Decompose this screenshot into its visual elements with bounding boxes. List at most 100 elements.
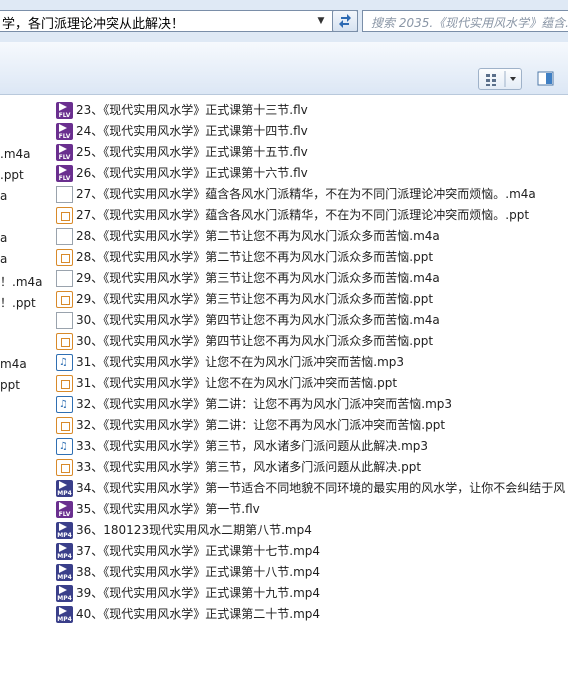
file-name[interactable]: 27、《现代实用风水学》蕴含各风水门派精华，不在为不同门派理论冲突而烦恼。.pp… <box>76 205 529 226</box>
file-row[interactable]: 27、《现代实用风水学》蕴含各风水门派精华，不在为不同门派理论冲突而烦恼。.m4… <box>56 184 568 205</box>
file-row[interactable]: 29、《现代实用风水学》第三节让您不再为风水门派众多而苦恼.m4a <box>56 268 568 289</box>
left-fragment[interactable]: a <box>0 252 7 266</box>
file-name[interactable]: 29、《现代实用风水学》第三节让您不再为风水门派众多而苦恼.m4a <box>76 268 440 289</box>
refresh-button[interactable] <box>332 10 358 32</box>
left-fragment[interactable]: ！.m4a <box>0 273 43 290</box>
file-name[interactable]: 29、《现代实用风水学》第三节让您不再为风水门派众多而苦恼.ppt <box>76 289 433 310</box>
music-note-icon: ♫ <box>59 357 68 368</box>
mp4-file-icon: MP4 <box>56 480 73 497</box>
file-type-badge: MP4 <box>57 532 72 539</box>
flv-file-icon: FLV <box>56 123 73 140</box>
mp3-file-icon: ♫ <box>56 354 73 371</box>
slide-glyph <box>61 296 70 305</box>
doc-file-icon <box>56 270 73 287</box>
left-fragment[interactable]: m4a <box>0 357 27 371</box>
file-row[interactable]: 30、《现代实用风水学》第四节让您不再为风水门派众多而苦恼.ppt <box>56 331 568 352</box>
file-name[interactable]: 24、《现代实用风水学》正式课第十四节.flv <box>76 121 308 142</box>
file-row[interactable]: ♫ 33、《现代实用风水学》第三节，风水诸多门派问题从此解决.mp3 <box>56 436 568 457</box>
file-row[interactable]: 30、《现代实用风水学》第四节让您不再为风水门派众多而苦恼.m4a <box>56 310 568 331</box>
file-row[interactable]: MP4 38、《现代实用风水学》正式课第十八节.mp4 <box>56 562 568 583</box>
file-name[interactable]: 36、180123现代实用风水二期第八节.mp4 <box>76 520 312 541</box>
file-row[interactable]: 31、《现代实用风水学》让您不在为风水门派冲突而苦恼.ppt <box>56 373 568 394</box>
play-icon <box>59 481 67 489</box>
file-row[interactable]: FLV 24、《现代实用风水学》正式课第十四节.flv <box>56 121 568 142</box>
flv-file-icon: FLV <box>56 165 73 182</box>
view-options-icon <box>486 71 516 87</box>
file-name[interactable]: 30、《现代实用风水学》第四节让您不再为风水门派众多而苦恼.ppt <box>76 331 433 352</box>
file-type-badge: FLV <box>58 112 71 119</box>
doc-file-icon <box>56 312 73 329</box>
left-fragment[interactable]: a <box>0 189 7 203</box>
file-type-badge: FLV <box>58 154 71 161</box>
file-row[interactable]: 28、《现代实用风水学》第二节让您不再为风水门派众多而苦恼.m4a <box>56 226 568 247</box>
search-box[interactable]: 搜索 2035.《现代实用风水学》蕴含... <box>362 10 568 32</box>
file-row[interactable]: 27、《现代实用风水学》蕴含各风水门派精华，不在为不同门派理论冲突而烦恼。.pp… <box>56 205 568 226</box>
play-icon <box>59 586 67 594</box>
file-row[interactable]: 33、《现代实用风水学》第三节，风水诸多门派问题从此解决.ppt <box>56 457 568 478</box>
file-name[interactable]: 37、《现代实用风水学》正式课第十七节.mp4 <box>76 541 320 562</box>
file-name[interactable]: 30、《现代实用风水学》第四节让您不再为风水门派众多而苦恼.m4a <box>76 310 440 331</box>
file-row[interactable]: FLV 25、《现代实用风水学》正式课第十五节.flv <box>56 142 568 163</box>
file-name[interactable]: 23、《现代实用风水学》正式课第十三节.flv <box>76 100 308 121</box>
search-input[interactable]: 搜索 2035.《现代实用风水学》蕴含... <box>371 14 568 31</box>
file-row[interactable]: 29、《现代实用风水学》第三节让您不再为风水门派众多而苦恼.ppt <box>56 289 568 310</box>
address-path[interactable]: 学，各门派理论冲突从此解决！ <box>2 13 184 32</box>
preview-pane-icon <box>537 71 554 86</box>
toolbar <box>0 42 568 95</box>
play-icon <box>59 544 67 552</box>
file-name[interactable]: 33、《现代实用风水学》第三节，风水诸多门派问题从此解决.ppt <box>76 457 421 478</box>
slide-glyph <box>61 380 70 389</box>
file-row[interactable]: FLV 26、《现代实用风水学》正式课第十六节.flv <box>56 163 568 184</box>
file-name[interactable]: 33、《现代实用风水学》第三节，风水诸多门派问题从此解决.mp3 <box>76 436 428 457</box>
slide-glyph <box>61 422 70 431</box>
file-row[interactable]: ♫ 31、《现代实用风水学》让您不在为风水门派冲突而苦恼.mp3 <box>56 352 568 373</box>
file-row[interactable]: 32、《现代实用风水学》第二讲：让您不再为风水门派冲突而苦恼.ppt <box>56 415 568 436</box>
ppt-file-icon <box>56 249 73 266</box>
file-name[interactable]: 34、《现代实用风水学》第一节适合不同地貌不同环境的最实用的风水学，让你不会纠结… <box>76 478 565 499</box>
left-fragment[interactable]: a <box>0 231 7 245</box>
slide-glyph <box>61 464 70 473</box>
file-name[interactable]: 32、《现代实用风水学》第二讲：让您不再为风水门派冲突而苦恼.ppt <box>76 415 445 436</box>
file-row[interactable]: ♫ 32、《现代实用风水学》第二讲：让您不再为风水门派冲突而苦恼.mp3 <box>56 394 568 415</box>
preview-pane-button[interactable] <box>532 68 560 90</box>
file-row[interactable]: MP4 37、《现代实用风水学》正式课第十七节.mp4 <box>56 541 568 562</box>
chevron-down-icon[interactable]: ▼ <box>313 11 329 31</box>
file-name[interactable]: 38、《现代实用风水学》正式课第十八节.mp4 <box>76 562 320 583</box>
file-row[interactable]: MP4 36、180123现代实用风水二期第八节.mp4 <box>56 520 568 541</box>
file-row[interactable]: MP4 34、《现代实用风水学》第一节适合不同地貌不同环境的最实用的风水学，让你不… <box>56 478 568 499</box>
file-name[interactable]: 31、《现代实用风水学》让您不在为风水门派冲突而苦恼.mp3 <box>76 352 404 373</box>
file-name[interactable]: 26、《现代实用风水学》正式课第十六节.flv <box>76 163 308 184</box>
left-fragment[interactable]: ！.ppt <box>0 294 36 311</box>
left-fragment[interactable]: .m4a <box>0 147 31 161</box>
left-fragment[interactable]: ppt <box>0 378 20 392</box>
file-row[interactable]: 28、《现代实用风水学》第二节让您不再为风水门派众多而苦恼.ppt <box>56 247 568 268</box>
slide-glyph <box>61 338 70 347</box>
file-name[interactable]: 31、《现代实用风水学》让您不在为风水门派冲突而苦恼.ppt <box>76 373 397 394</box>
music-note-icon: ♫ <box>59 441 68 452</box>
ppt-file-icon <box>56 207 73 224</box>
file-name[interactable]: 28、《现代实用风水学》第二节让您不再为风水门派众多而苦恼.ppt <box>76 247 433 268</box>
file-name[interactable]: 25、《现代实用风水学》正式课第十五节.flv <box>76 142 308 163</box>
file-name[interactable]: 28、《现代实用风水学》第二节让您不再为风水门派众多而苦恼.m4a <box>76 226 440 247</box>
file-row[interactable]: FLV 35、《现代实用风水学》第一节.flv <box>56 499 568 520</box>
file-row[interactable]: MP4 39、《现代实用风水学》正式课第十九节.mp4 <box>56 583 568 604</box>
file-type-badge: FLV <box>58 511 71 518</box>
play-icon <box>59 103 67 111</box>
mp4-file-icon: MP4 <box>56 543 73 560</box>
file-name[interactable]: 27、《现代实用风水学》蕴含各风水门派精华，不在为不同门派理论冲突而烦恼。.m4… <box>76 184 536 205</box>
left-fragment[interactable]: .ppt <box>0 168 24 182</box>
ppt-file-icon <box>56 291 73 308</box>
file-type-badge: FLV <box>58 133 71 140</box>
file-row[interactable]: MP4 40、《现代实用风水学》正式课第二十节.mp4 <box>56 604 568 625</box>
view-options-button[interactable] <box>478 68 522 90</box>
address-bar[interactable]: 学，各门派理论冲突从此解决！ ▼ <box>0 10 358 32</box>
file-name[interactable]: 39、《现代实用风水学》正式课第十九节.mp4 <box>76 583 320 604</box>
file-name[interactable]: 32、《现代实用风水学》第二讲：让您不再为风水门派冲突而苦恼.mp3 <box>76 394 452 415</box>
file-row[interactable]: FLV 23、《现代实用风水学》正式课第十三节.flv <box>56 100 568 121</box>
ppt-file-icon <box>56 333 73 350</box>
play-icon <box>59 523 67 531</box>
mp4-file-icon: MP4 <box>56 606 73 623</box>
file-name[interactable]: 35、《现代实用风水学》第一节.flv <box>76 499 260 520</box>
file-name[interactable]: 40、《现代实用风水学》正式课第二十节.mp4 <box>76 604 320 625</box>
slide-glyph <box>61 254 70 263</box>
